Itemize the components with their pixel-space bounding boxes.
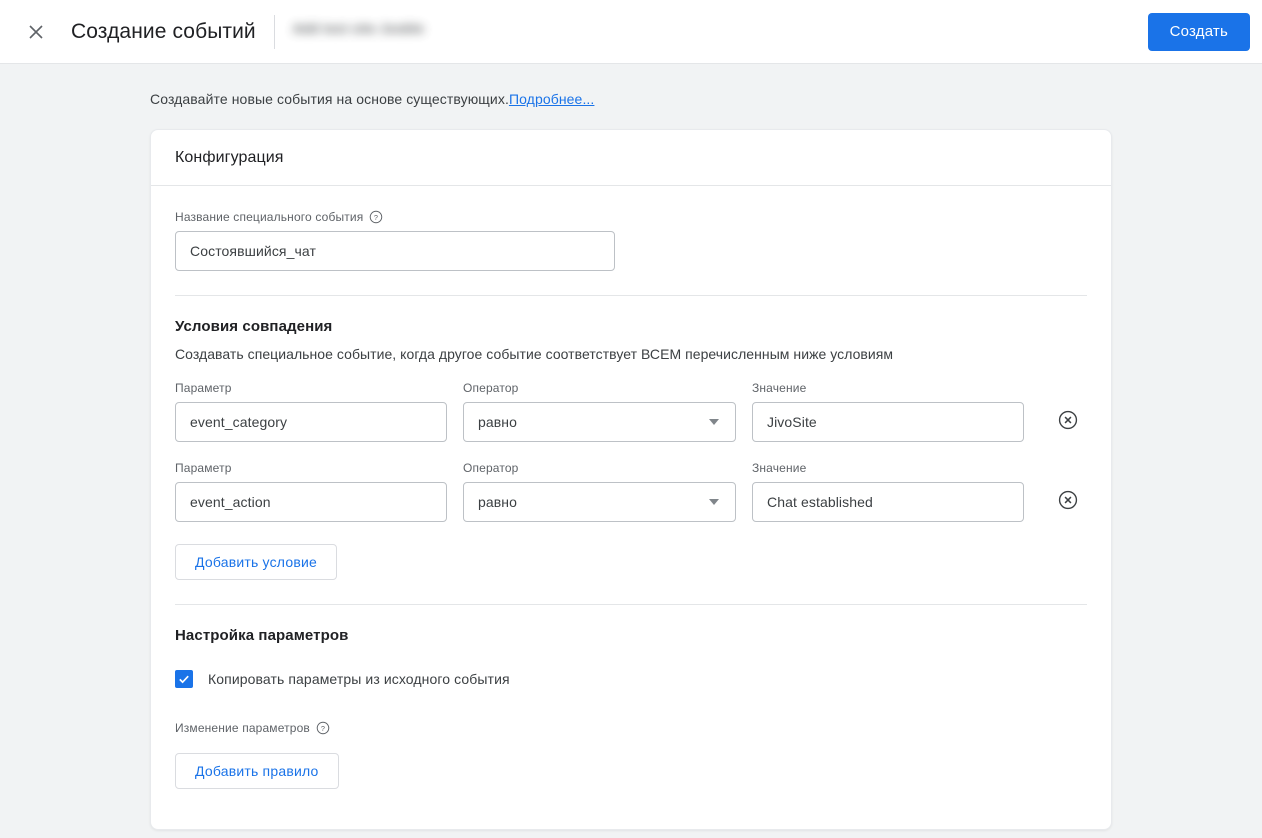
divider-2	[175, 604, 1087, 605]
event-name-label: Название специального события	[175, 210, 364, 224]
condition-operator-field: Оператор равно	[463, 461, 736, 522]
page-content: Создавайте новые события на основе сущес…	[0, 64, 1262, 838]
divider-1	[175, 295, 1087, 296]
condition-value-field: Значение Chat established	[752, 461, 1024, 522]
card-header: Конфигурация	[151, 130, 1111, 186]
remove-circle-icon	[1057, 489, 1079, 516]
value-label: Значение	[752, 381, 807, 395]
operator-label: Оператор	[463, 381, 519, 395]
remove-circle-icon	[1057, 409, 1079, 436]
copy-parameters-checkbox[interactable]	[175, 670, 193, 688]
intro-label: Создавайте новые события на основе сущес…	[150, 91, 509, 107]
condition-row: Параметр event_category Оператор равно З…	[175, 381, 1087, 442]
condition-parameter-input[interactable]: event_category	[175, 402, 447, 442]
condition-operator-select[interactable]: равно	[463, 482, 736, 522]
account-name: Add test site Jooble	[292, 20, 425, 36]
remove-condition-button[interactable]	[1056, 482, 1080, 522]
close-button[interactable]	[16, 12, 56, 52]
intro-text: Создавайте новые события на основе сущес…	[0, 64, 1262, 107]
appbar-divider	[273, 14, 275, 49]
operator-label: Оператор	[463, 461, 519, 475]
parameter-label: Параметр	[175, 461, 232, 475]
condition-value-input[interactable]: Chat established	[752, 482, 1024, 522]
condition-operator-value: равно	[478, 414, 518, 430]
condition-value-input[interactable]: JivoSite	[752, 402, 1024, 442]
card-body: Название специального события ? Состоявш…	[151, 186, 1111, 829]
condition-parameter-input[interactable]: event_action	[175, 482, 447, 522]
learn-more-link[interactable]: Подробнее...	[509, 91, 594, 107]
condition-operator-select[interactable]: равно	[463, 402, 736, 442]
add-rule-button[interactable]: Добавить правило	[175, 753, 339, 789]
chevron-down-icon	[709, 419, 719, 425]
match-conditions-title: Условия совпадения	[175, 318, 333, 335]
condition-operator-value: равно	[478, 494, 518, 510]
modify-parameters-label-row: Изменение параметров ?	[175, 721, 1087, 735]
match-conditions-description: Создавать специальное событие, когда дру…	[175, 346, 894, 362]
close-icon	[26, 22, 46, 42]
parameter-config-title: Настройка параметров	[175, 627, 349, 644]
create-button[interactable]: Создать	[1147, 12, 1250, 51]
account-info: Add test site Jooble	[293, 21, 425, 43]
page-title: Создание событий	[71, 19, 256, 43]
help-icon[interactable]: ?	[316, 721, 330, 735]
condition-operator-field: Оператор равно	[463, 381, 736, 442]
value-label: Значение	[752, 461, 807, 475]
add-condition-button[interactable]: Добавить условие	[175, 544, 337, 580]
event-name-input[interactable]: Состоявшийся_чат	[175, 231, 615, 271]
copy-parameters-label: Копировать параметры из исходного событи…	[208, 671, 510, 687]
remove-condition-button[interactable]	[1056, 402, 1080, 442]
event-name-label-row: Название специального события ?	[175, 210, 1087, 224]
configuration-card: Конфигурация Название специального событ…	[150, 129, 1112, 830]
card-title: Конфигурация	[175, 148, 284, 166]
condition-value-field: Значение JivoSite	[752, 381, 1024, 442]
modify-parameters-label: Изменение параметров	[175, 721, 310, 735]
help-icon[interactable]: ?	[369, 210, 383, 224]
chevron-down-icon	[709, 499, 719, 505]
svg-text:?: ?	[321, 724, 325, 733]
app-bar: Создание событий Add test site Jooble Со…	[0, 0, 1262, 64]
copy-parameters-checkbox-row[interactable]: Копировать параметры из исходного событи…	[175, 670, 1087, 688]
condition-parameter-field: Параметр event_category	[175, 381, 447, 442]
parameter-label: Параметр	[175, 381, 232, 395]
condition-parameter-field: Параметр event_action	[175, 461, 447, 522]
condition-row: Параметр event_action Оператор равно Зна…	[175, 461, 1087, 522]
svg-text:?: ?	[374, 213, 378, 222]
